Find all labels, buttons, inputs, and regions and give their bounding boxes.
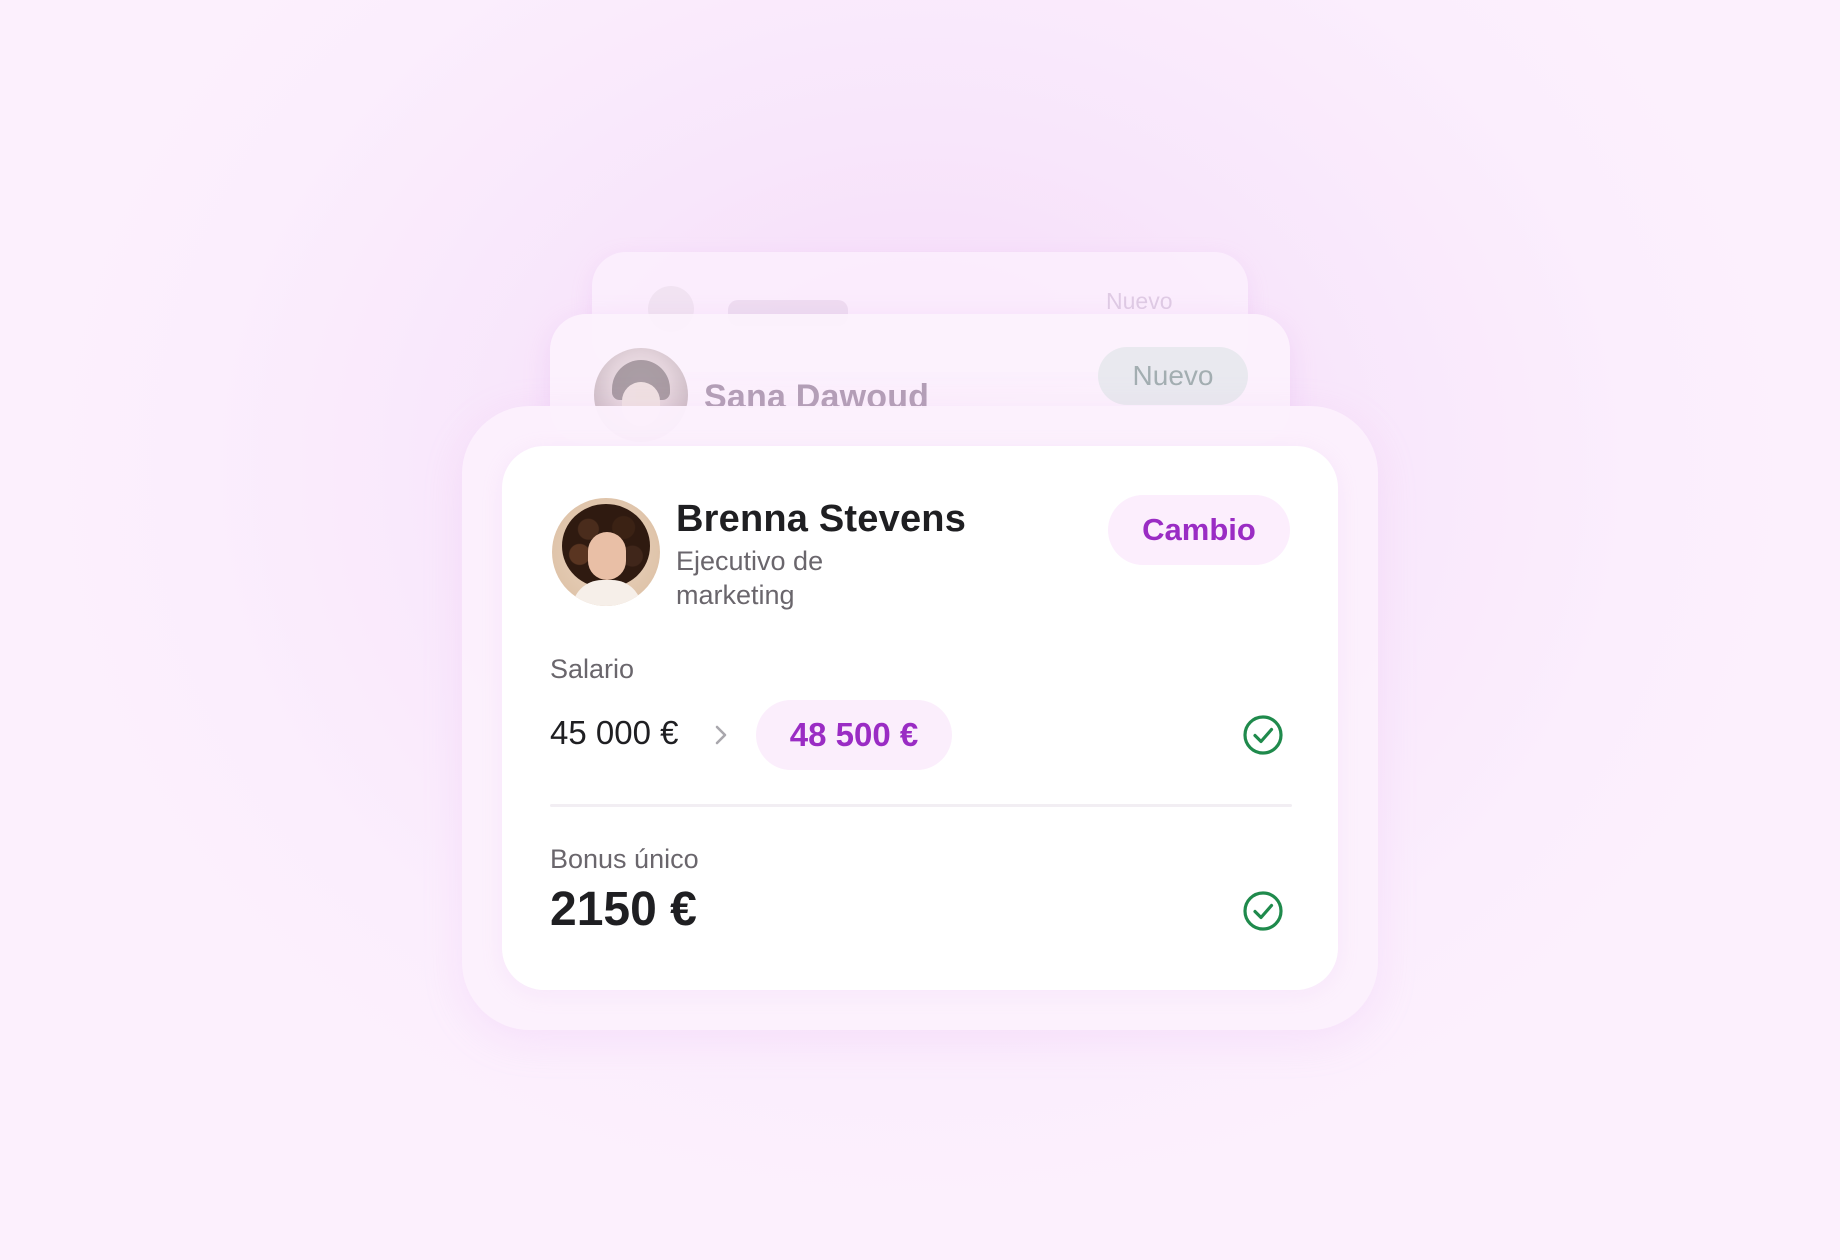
bonus-value: 2150 € bbox=[550, 883, 697, 936]
employee-role: Ejecutivo de marketing bbox=[676, 546, 824, 610]
bonus-label: Bonus único bbox=[550, 844, 699, 874]
old-salary-value: 45 000 € bbox=[550, 714, 679, 751]
status-badge: Cambio bbox=[1108, 495, 1290, 565]
check-circle-icon bbox=[1243, 715, 1283, 755]
check-circle-icon bbox=[1243, 891, 1283, 931]
employee-name: Brenna Stevens bbox=[676, 498, 967, 540]
chevron-right-icon bbox=[715, 725, 727, 745]
salary-label: Salario bbox=[550, 654, 635, 684]
divider bbox=[550, 804, 1292, 807]
status-badge: Nuevo bbox=[1098, 347, 1248, 405]
employee-card[interactable]: Brenna Stevens Ejecutivo de marketing Ca… bbox=[502, 446, 1338, 990]
new-salary-value: 48 500 € bbox=[756, 700, 952, 770]
status-badge: Nuevo bbox=[1106, 288, 1173, 314]
avatar bbox=[552, 498, 660, 606]
